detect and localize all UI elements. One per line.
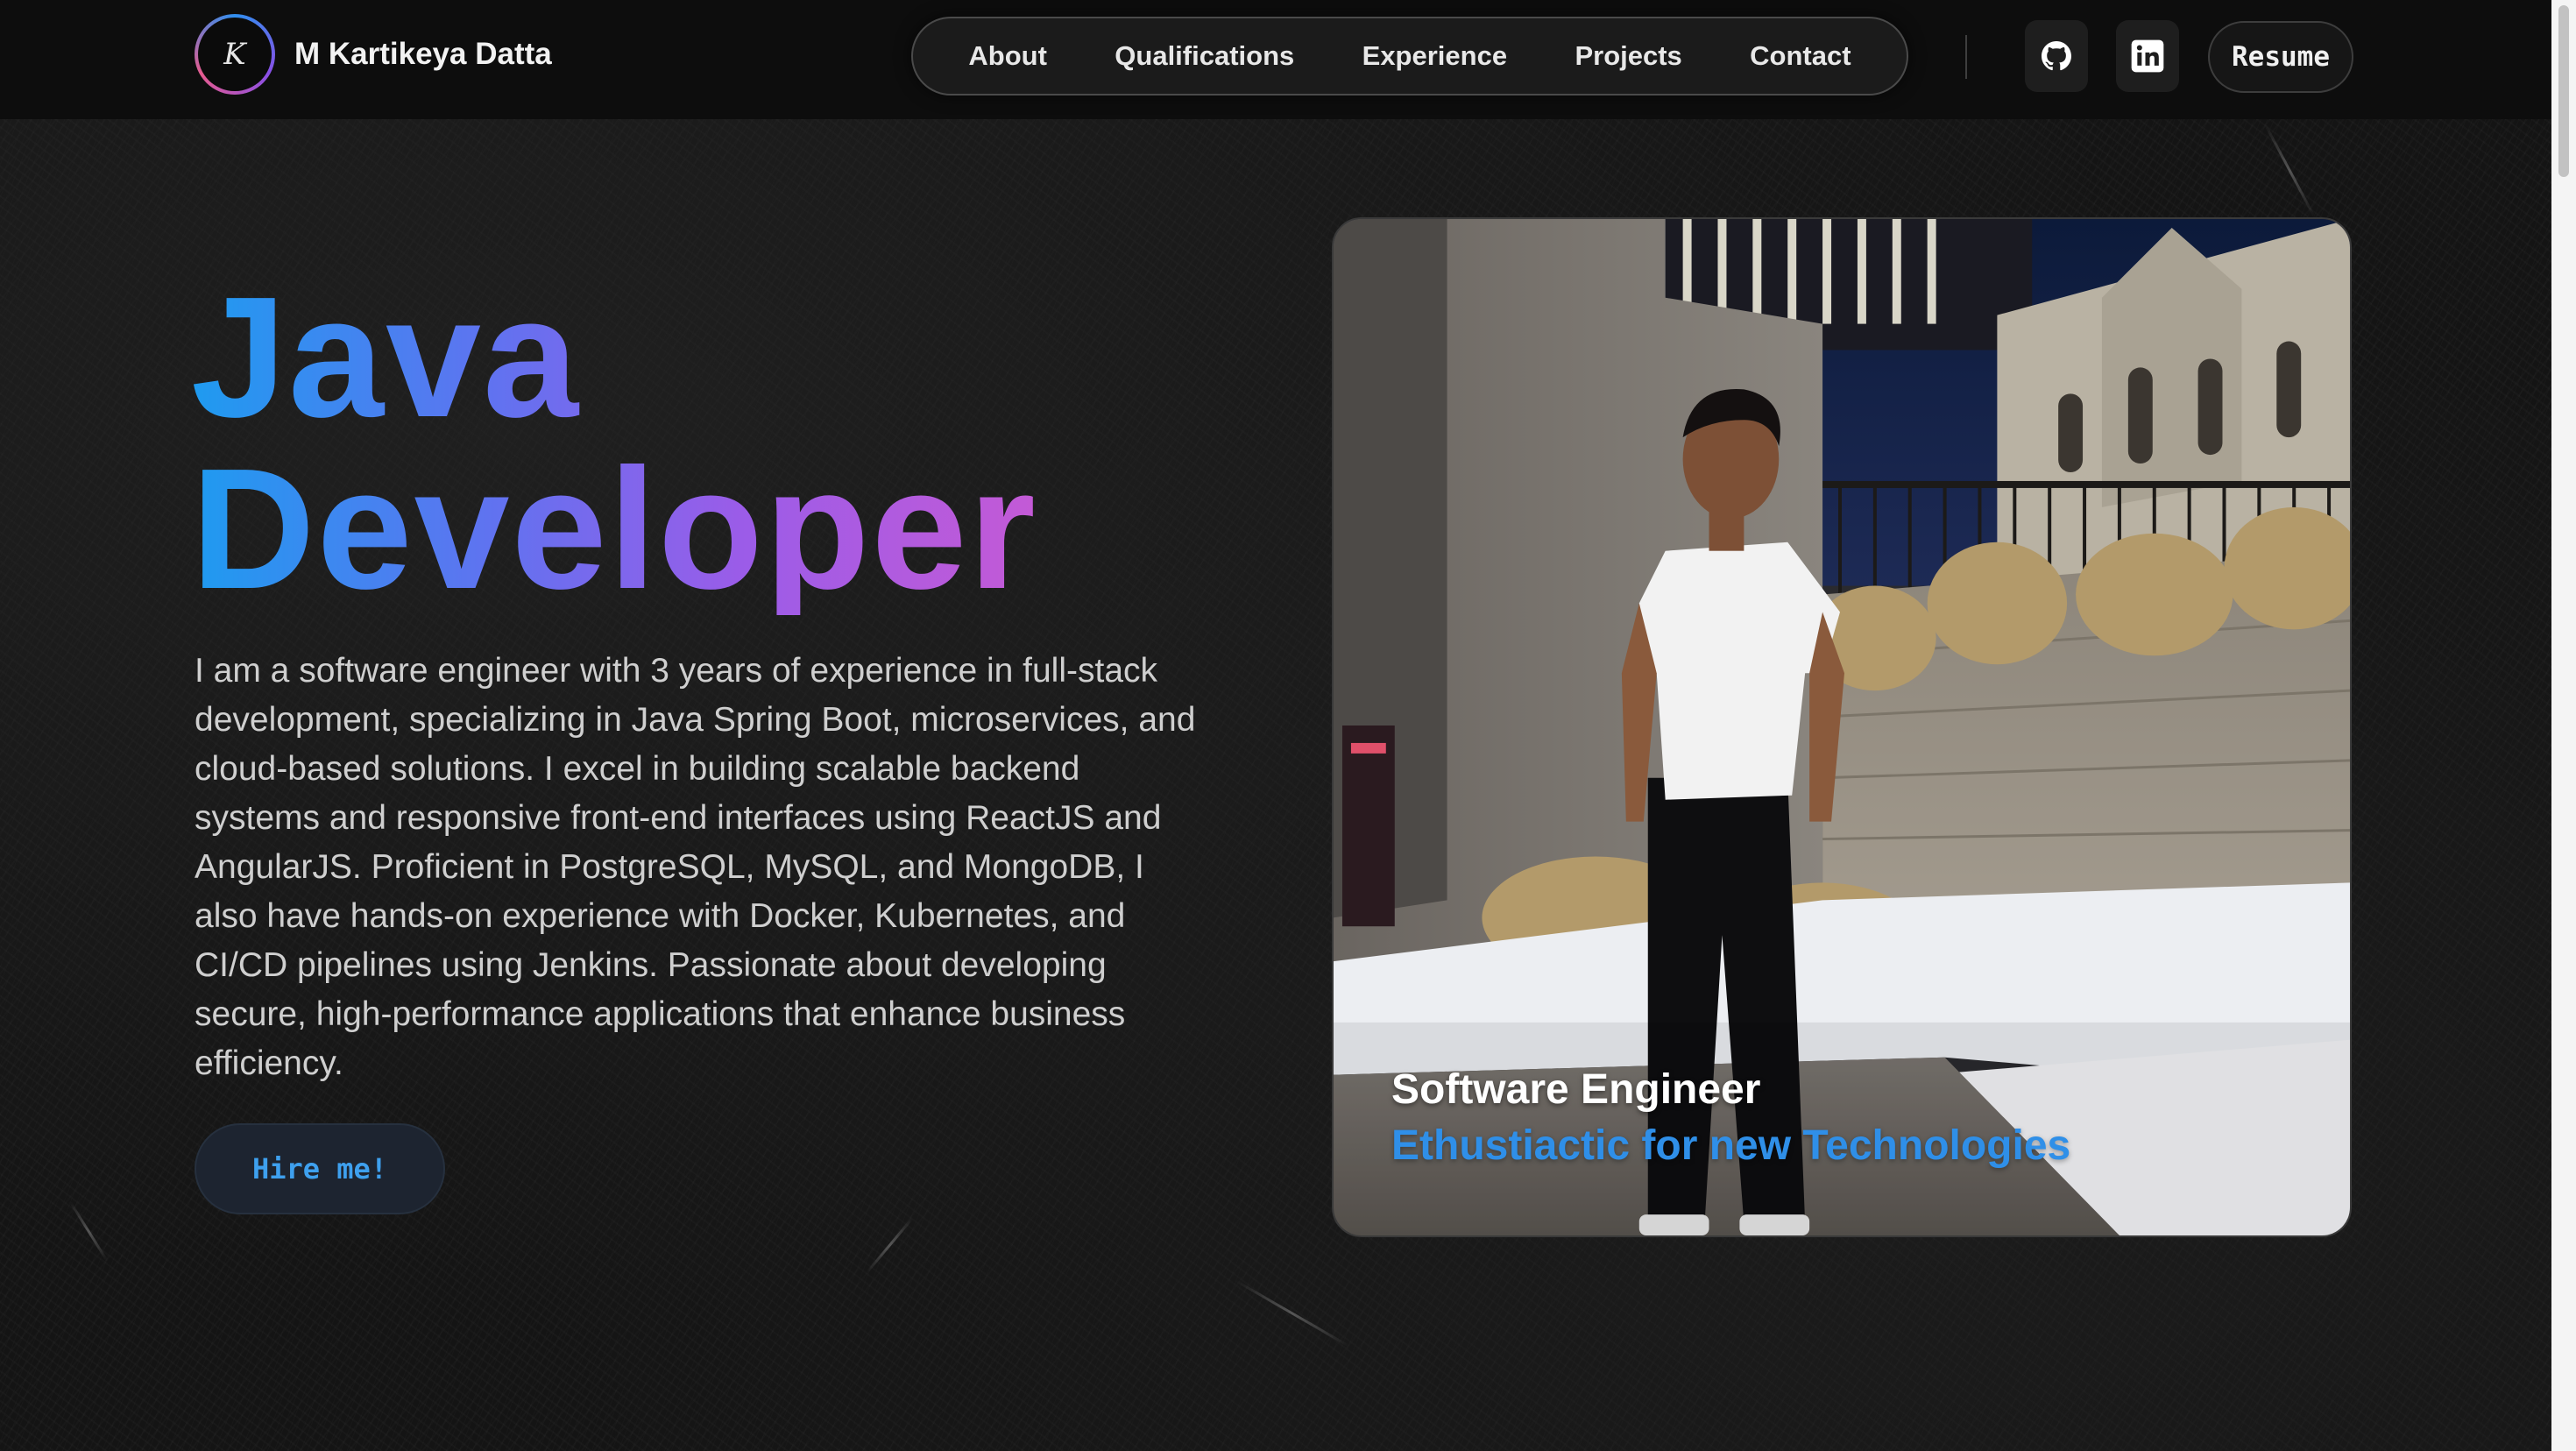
vertical-scrollbar[interactable]	[2551, 0, 2576, 1451]
hire-me-button[interactable]: Hire me!	[195, 1123, 445, 1214]
decorative-streak	[68, 1200, 109, 1263]
github-button[interactable]	[2025, 20, 2088, 92]
nav-link-about[interactable]: About	[956, 33, 1059, 79]
hero-title-line-2: Developer	[191, 433, 1037, 625]
page: K M Kartikeya Datta About Qualifications…	[0, 0, 2576, 1451]
linkedin-icon	[2131, 39, 2164, 73]
brand[interactable]: K M Kartikeya Datta	[195, 14, 552, 95]
photo-caption-subtitle: Ethustiactic for new Technologies	[1391, 1122, 2071, 1169]
decorative-streak	[2263, 123, 2316, 218]
nav-link-qualifications[interactable]: Qualifications	[1102, 33, 1306, 79]
github-icon	[2042, 41, 2071, 71]
decorative-streak	[1235, 1279, 1350, 1348]
decorative-streak	[866, 1217, 914, 1273]
site-header: K M Kartikeya Datta About Qualifications…	[0, 0, 2551, 119]
nav-link-contact[interactable]: Contact	[1737, 33, 1863, 79]
nav-link-experience[interactable]: Experience	[1350, 33, 1519, 79]
hero-title: Java Developer	[191, 272, 1037, 615]
nav-link-projects[interactable]: Projects	[1562, 33, 1694, 79]
main-nav: About Qualifications Experience Projects…	[911, 17, 1908, 96]
linkedin-button[interactable]	[2116, 20, 2179, 92]
logo-signature: K	[198, 18, 272, 91]
logo[interactable]: K	[195, 14, 275, 95]
profile-photo-card: Software Engineer Ethustiactic for new T…	[1332, 217, 2352, 1237]
hero-description: I am a software engineer with 3 years of…	[195, 652, 1196, 1082]
resume-button[interactable]: Resume	[2208, 21, 2353, 93]
photo-caption-title: Software Engineer	[1391, 1066, 1761, 1113]
site-name: M Kartikeya Datta	[294, 37, 552, 71]
divider	[1965, 35, 1967, 79]
scrollbar-thumb[interactable]	[2558, 5, 2569, 177]
hero-title-line-1: Java	[191, 261, 581, 453]
